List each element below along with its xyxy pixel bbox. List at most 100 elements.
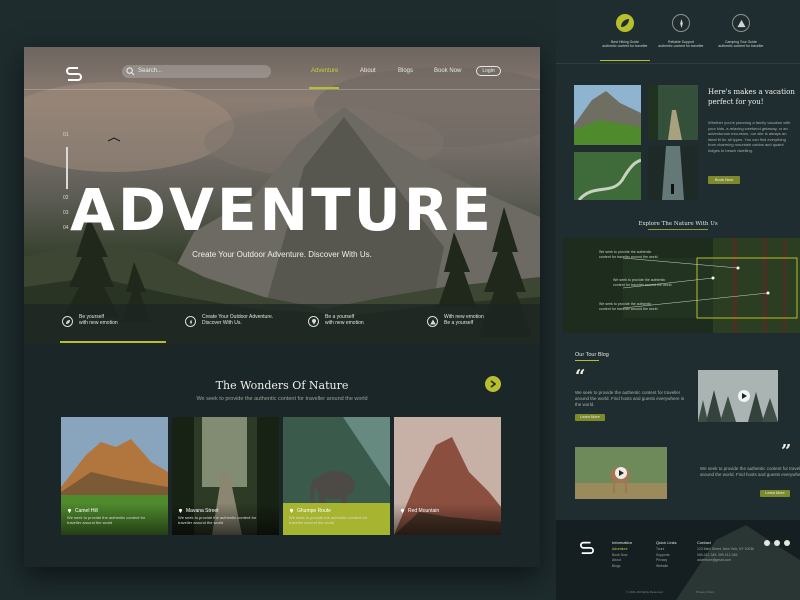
feature-active-indicator [60,341,166,343]
card-description: We seek to provide the authentic content… [178,515,257,525]
title-underline [575,360,599,361]
nav-about[interactable]: About [360,67,376,75]
quote-icon: ” [781,441,792,462]
destination-card[interactable]: Red Mountain [394,417,501,535]
forest-path-photo [648,85,698,140]
footer-link[interactable]: Website [656,564,670,570]
feature-strip: Be yourself with new emotion Create Your … [24,304,540,345]
pin-icon [178,508,183,513]
footer-link[interactable]: Blogs [612,564,627,570]
tent-icon [427,316,438,327]
feature-item[interactable]: Be a yourself with new emotion [308,312,418,334]
search-icon [126,67,135,76]
card-description: We seek to provide the authentic content… [67,515,146,525]
facebook-icon[interactable] [764,540,770,546]
footer-links: Tours Supports Privacy Website [656,547,670,569]
light-rays-photo [648,146,698,200]
valley-photo [574,85,641,145]
brand-logo[interactable] [64,65,84,81]
feature-item[interactable]: Create Your Outdoor Adventure. Discover W… [185,312,295,334]
contact-line: 123 Main Street, New York, NY 10036 [697,547,755,551]
feature-line: Discover With Us. [202,320,242,326]
nav-blogs[interactable]: Blogs [398,67,413,75]
card-title: Red Mountain [408,508,440,514]
explore-label: We seek to provide the authentic content… [599,250,658,259]
learn-more-button[interactable]: Learn More [760,490,790,497]
card-description: We seek to provide the authentic content… [289,515,368,525]
play-video-button[interactable] [615,467,627,479]
divider [556,63,800,64]
learn-more-button[interactable]: Learn More [575,414,605,421]
feature-item[interactable]: Be yourself with new emotion [62,312,172,334]
feature-label: Camping Tour Guide authentic content for … [718,40,764,48]
play-video-button[interactable] [738,390,750,402]
card-info: Red Mountain [394,503,501,535]
chevron-right-icon [490,380,496,388]
footer-link[interactable]: Adventure [612,547,627,553]
contact-line[interactable]: adventure@gmail.com [697,558,757,564]
blog-text: We seek to provide the authentic content… [700,466,800,477]
privacy-link[interactable]: Privacy Policy [696,590,715,594]
compass-icon[interactable] [672,14,690,32]
hero-section: Search... Adventure About Blogs Book Now… [24,47,540,345]
pinterest-icon[interactable] [784,540,790,546]
river-valley-photo [574,152,641,200]
footer-contact: 123 Main Street, New York, NY 10036 069-… [697,547,757,564]
section-title: Our Tour Blog [575,352,609,358]
footer: Information Adventure Book Now About Blo… [556,520,800,600]
feature-line: Be a yourself [444,320,474,326]
header-divider [24,89,540,90]
footer-heading: Contact [697,540,711,545]
feature-label: Reliable Support authentic content for tr… [658,40,704,48]
next-arrow-button[interactable] [485,376,501,392]
footer-heading: Information [612,540,633,545]
active-indicator [600,60,650,61]
search-input[interactable]: Search... [122,65,271,78]
card-info: Ghumpe Route We seek to provide the auth… [283,503,390,535]
leaf-icon[interactable] [616,14,634,32]
card-title: Camel Hill [75,508,98,514]
section-title: Here's makes a vacation perfect for you! [708,88,795,106]
play-icon [619,470,624,476]
card-title: Ghumpe Route [297,508,331,514]
footer-links: Adventure Book Now About Blogs [612,547,627,569]
login-button[interactable]: Login [476,66,501,76]
pin-icon [400,508,405,513]
destination-card[interactable]: Mavana Street We seek to provide the aut… [172,417,279,535]
feature-line: with new emotion [79,320,118,326]
search-placeholder: Search... [138,68,163,74]
tent-icon[interactable] [732,14,750,32]
quote-icon: “ [575,366,586,387]
section-title: Explore The Nature With Us [638,221,718,227]
brand-logo[interactable] [578,540,596,554]
explore-map-panel: We seek to provide the authentic content… [563,238,800,333]
leaf-icon [62,316,73,327]
secondary-page-preview: Best Hiking Guide authentic content for t… [556,0,800,600]
destination-card[interactable]: Ghumpe Route We seek to provide the auth… [283,417,390,535]
blog-text: We seek to provide the authentic content… [575,390,685,407]
feature-line: with new emotion [325,320,364,326]
section-title: The Wonders Of Nature [215,379,349,392]
book-now-button[interactable]: Book Now [708,176,740,184]
pin-icon [308,316,319,327]
explore-label: We seek to provide the authentic content… [599,302,658,311]
main-landing-page: Search... Adventure About Blogs Book Now… [24,47,540,567]
nav-adventure[interactable]: Adventure [311,67,338,75]
destination-card[interactable]: Camel Hill We seek to provide the authen… [61,417,168,535]
pin-icon [67,508,72,513]
slide-number[interactable]: 01 [63,132,69,138]
title-underline [648,229,708,230]
footer-mountain-background [676,525,800,600]
pin-icon [289,508,294,513]
section-text: Whether you're planning a family vacatio… [708,120,791,153]
feature-label: Best Hiking Guide authentic content for t… [602,40,648,48]
card-info: Mavana Street We seek to provide the aut… [172,503,279,535]
twitter-icon[interactable] [774,540,780,546]
explore-label: We seek to provide the authentic content… [613,278,672,287]
play-icon [742,393,747,399]
nav-book-now[interactable]: Book Now [434,67,461,75]
copyright-text: © 2021 All Rights Reserved [626,590,663,594]
section-subtitle: We seek to provide the authentic content… [196,396,368,402]
feature-item[interactable]: With new emotion Be a yourself [427,312,537,334]
hero-subtitle: Create Your Outdoor Adventure. Discover … [192,250,372,259]
